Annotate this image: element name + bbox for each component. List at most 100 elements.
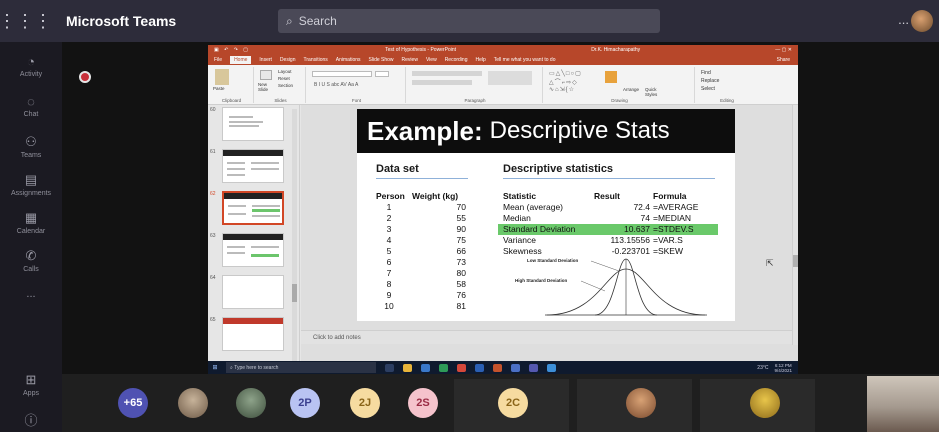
slide-title-banner: Example: Descriptive Stats <box>357 109 735 153</box>
quick-styles-button[interactable]: Quick Styles <box>645 87 663 97</box>
table-row: 5 66 <box>376 246 471 257</box>
ribbon-group-slides: New Slide Layout Reset Section Slides <box>256 67 306 103</box>
reset-button[interactable]: Reset <box>278 76 290 81</box>
weight-cell: 75 <box>456 235 466 245</box>
tab-transitions[interactable]: Transitions <box>304 57 328 63</box>
current-slide[interactable]: Example: Descriptive Stats Data set Desc… <box>357 109 735 321</box>
self-video-preview[interactable] <box>867 376 939 432</box>
tab-home[interactable]: Home <box>230 56 252 64</box>
desc-stats-heading: Descriptive statistics <box>503 163 614 175</box>
font-name-box[interactable] <box>312 71 372 77</box>
formula-cell: =VAR.S <box>653 235 683 245</box>
rail-item-calendar[interactable]: ▦ Calendar <box>0 210 62 235</box>
statistic-cell: Skewness <box>503 246 542 256</box>
user-avatar[interactable] <box>911 10 933 32</box>
rail-item-activity[interactable]: ◔ Activity <box>0 54 62 78</box>
arrange-button[interactable]: Arrange <box>623 87 639 92</box>
slide-scrollbar[interactable] <box>792 105 798 345</box>
task-view-icon[interactable] <box>385 363 394 372</box>
weight-cell: 76 <box>456 290 466 300</box>
app-launcher-icon[interactable]: ⋮⋮⋮ <box>0 0 52 42</box>
file-explorer-icon[interactable] <box>403 363 412 372</box>
rail-item-teams[interactable]: ⚇ Teams <box>0 134 62 159</box>
tab-review[interactable]: Review <box>402 57 418 63</box>
app-icon[interactable] <box>511 363 520 372</box>
rail-item-apps[interactable]: ⊞ Apps <box>0 372 62 397</box>
search-box[interactable]: ⌕ <box>278 9 660 33</box>
font-format-buttons[interactable]: B I U S abc AV Aa A <box>314 82 358 88</box>
participant-initials[interactable]: 2S <box>408 388 438 418</box>
ppt-doc-title: Test of Hypothesis - PowerPoint <box>385 47 457 53</box>
slide-title-bold: Example: <box>367 115 483 146</box>
table-row: 8 58 <box>376 279 471 290</box>
find-button[interactable]: Find <box>701 70 711 76</box>
browser-icon[interactable] <box>421 363 430 372</box>
section-button[interactable]: Section <box>278 83 293 88</box>
slide-thumbnail-pane: 60 61 Example: Descriptive Stats 62 Exam… <box>208 105 300 366</box>
excel-icon[interactable] <box>439 363 448 372</box>
table-row-highlighted: Standard Deviation 10.637 =STDEV.S <box>498 224 718 235</box>
participant-avatar[interactable] <box>236 388 266 418</box>
new-slide-icon[interactable] <box>260 70 272 80</box>
select-button[interactable]: Select <box>701 86 715 92</box>
slide-thumbnail[interactable] <box>222 107 284 141</box>
tab-slide-show[interactable]: Slide Show <box>369 57 394 63</box>
powerpoint-icon[interactable] <box>493 363 502 372</box>
windows-start-icon[interactable]: ⊞ <box>208 364 222 371</box>
tab-design[interactable]: Design <box>280 57 296 63</box>
rail-item-assignments[interactable]: ▤ Assignments <box>0 172 62 197</box>
rail-item-calls[interactable]: ✆ Calls <box>0 248 62 273</box>
font-size-box[interactable] <box>375 71 389 77</box>
tab-recording[interactable]: Recording <box>445 57 468 63</box>
table-header-row: Person Weight (kg) <box>376 191 459 201</box>
participant-initials[interactable]: 2P <box>290 388 320 418</box>
thumbnail-scrollbar[interactable] <box>292 109 297 362</box>
windows-search-box[interactable]: ⌕ Type here to search <box>226 362 376 373</box>
person-cell: 7 <box>386 268 392 278</box>
paste-icon[interactable] <box>215 69 229 85</box>
rail-item-help[interactable]: ⓘ <box>0 410 62 431</box>
statistic-cell: Median <box>503 213 531 223</box>
slide-thumbnail[interactable]: Example: Descriptive Stats <box>222 233 284 267</box>
participant-avatar[interactable] <box>178 388 208 418</box>
share-button[interactable]: Share <box>777 57 790 63</box>
clock: 6:12 PM 9/4/2021 <box>774 362 792 373</box>
more-options-icon[interactable]: ... <box>898 12 909 27</box>
window-controls[interactable]: — ▢ ✕ <box>775 47 792 53</box>
participant-avatar[interactable] <box>626 388 656 418</box>
rail-item-more[interactable]: ... <box>0 288 62 300</box>
overflow-participants-button[interactable]: +65 <box>118 388 148 418</box>
shape-fill-icon[interactable] <box>605 71 617 83</box>
layout-button[interactable]: Layout <box>278 69 292 74</box>
word-icon[interactable] <box>475 363 484 372</box>
tab-insert[interactable]: Insert <box>259 57 272 63</box>
app-icon[interactable] <box>547 363 556 372</box>
tab-help[interactable]: Help <box>475 57 485 63</box>
rail-item-chat[interactable]: ◌ Chat <box>0 94 62 118</box>
search-input[interactable] <box>298 14 629 28</box>
quick-access-toolbar[interactable]: ▣ ↶ ↷ ▢ <box>214 47 250 53</box>
participant-initials[interactable]: 2C <box>498 388 528 418</box>
slide-thumbnail[interactable] <box>222 275 284 309</box>
shapes-gallery[interactable]: ▭△╲□○▢ △⌒⌐⇨◇ ∿⌂⇲{☆ <box>549 70 582 93</box>
mouse-cursor-icon: ⇱ <box>766 258 774 268</box>
replace-button[interactable]: Replace <box>701 78 719 84</box>
meeting-stage: ▣ ↶ ↷ ▢ Test of Hypothesis - PowerPoint … <box>62 42 939 376</box>
tab-animations[interactable]: Animations <box>336 57 361 63</box>
notes-pane[interactable]: Click to add notes <box>301 330 792 344</box>
slide-thumbnail-selected[interactable]: Example: Descriptive Stats <box>222 191 284 225</box>
person-cell: 1 <box>386 202 392 212</box>
high-sd-label: High Standard Deviation <box>515 278 568 283</box>
slide-thumbnail[interactable]: Example: Descriptive Stats <box>222 149 284 183</box>
teams-taskbar-icon[interactable] <box>529 363 538 372</box>
tell-me-search[interactable]: Tell me what you want to do <box>494 57 556 63</box>
slide-thumbnail[interactable]: Normal Distribution <box>222 317 284 351</box>
ppt-user-name: Dr.K. Himacharapathy <box>591 47 641 53</box>
tab-file[interactable]: File <box>214 57 222 63</box>
slide-title-rest: Descriptive Stats <box>489 117 670 144</box>
dataset-rule <box>376 178 468 179</box>
participant-initials[interactable]: 2J <box>350 388 380 418</box>
app-icon[interactable] <box>457 363 466 372</box>
participant-avatar[interactable] <box>750 388 780 418</box>
tab-view[interactable]: View <box>426 57 437 63</box>
